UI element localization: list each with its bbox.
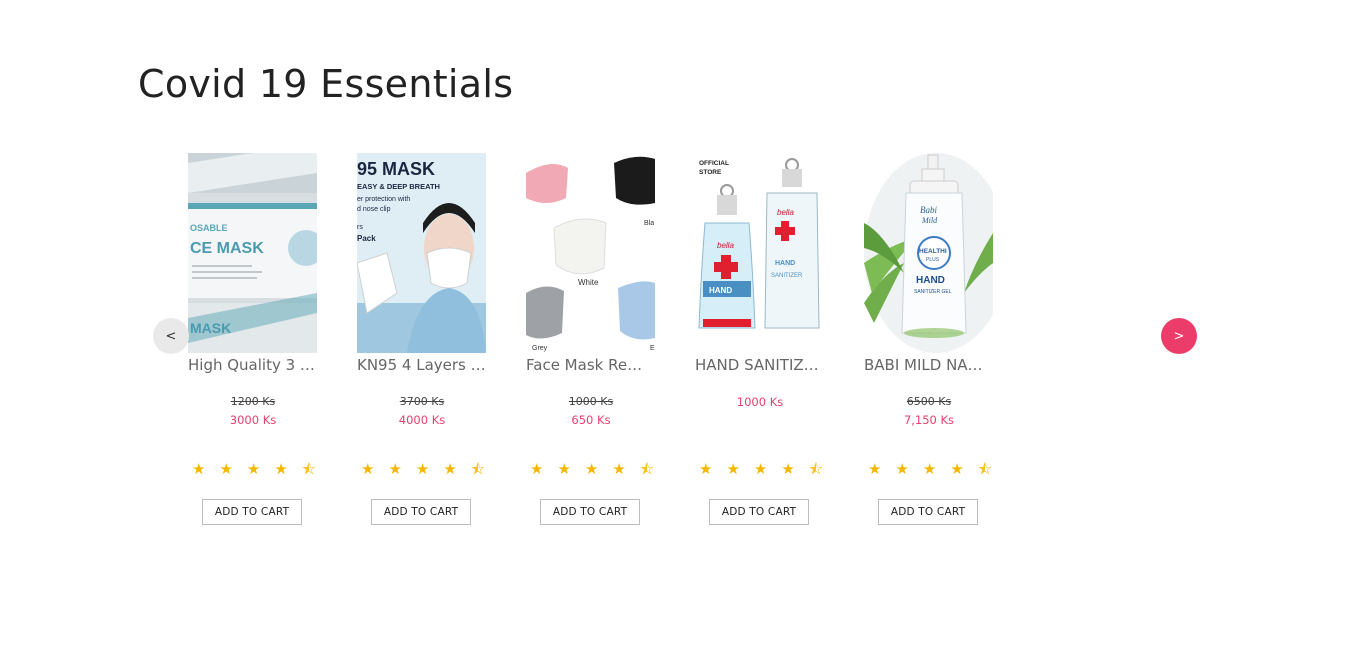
- star-icon: ★: [868, 460, 882, 478]
- svg-text:Babi: Babi: [920, 205, 937, 215]
- product-name[interactable]: KN95 4 Layers …: [357, 356, 487, 374]
- svg-text:SANITIZER: SANITIZER: [771, 273, 803, 279]
- product-name[interactable]: HAND SANITIZ…: [695, 356, 825, 374]
- svg-text:rs: rs: [357, 224, 363, 231]
- svg-text:Mild: Mild: [921, 216, 938, 225]
- svg-text:MASK: MASK: [190, 320, 231, 336]
- star-icon: ★: [584, 460, 599, 478]
- star-icon: ★: [443, 460, 457, 478]
- star-icon: ★: [753, 460, 768, 478]
- rating-stars: ★ ★ ★ ★ ⯪: [699, 461, 823, 477]
- product-image[interactable]: 95 MASK EASY & DEEP BREATH er protection…: [357, 153, 486, 353]
- carousel-prev-button[interactable]: <: [153, 318, 189, 354]
- rating-stars: ★ ★ ★ ★ ⯪: [868, 461, 992, 477]
- star-icon: ★: [361, 460, 375, 478]
- kn95-mask-image: 95 MASK EASY & DEEP BREATH er protection…: [357, 153, 486, 353]
- svg-text:Bla: Bla: [644, 220, 654, 227]
- half-star-icon: ⯪: [470, 460, 485, 478]
- svg-text:HAND: HAND: [709, 286, 732, 295]
- svg-text:Pack: Pack: [357, 234, 376, 243]
- old-price: 1200 Ks: [230, 395, 276, 408]
- star-icon: ★: [781, 460, 795, 478]
- add-to-cart-button[interactable]: ADD TO CART: [540, 499, 640, 525]
- price-block: 6500 Ks 7,150 Ks: [864, 393, 994, 429]
- product-name[interactable]: Face Mask Re…: [526, 356, 656, 374]
- half-star-icon: ⯪: [808, 460, 823, 478]
- old-price: 3700 Ks: [399, 395, 445, 408]
- star-icon: ★: [699, 460, 713, 478]
- svg-text:EASY & DEEP BREATH: EASY & DEEP BREATH: [357, 182, 440, 191]
- star-icon: ★: [557, 460, 571, 478]
- star-icon: ★: [922, 460, 937, 478]
- rating-stars: ★ ★ ★ ★ ⯪: [192, 461, 316, 477]
- cloth-masks-image: White Grey Bla E: [526, 153, 655, 353]
- svg-text:HAND: HAND: [916, 275, 945, 286]
- product-image[interactable]: White Grey Bla E: [526, 153, 655, 353]
- product-image[interactable]: Babi Mild HEALTHI PLUS HAND SANITIZER GE…: [864, 153, 993, 353]
- add-to-cart-button[interactable]: ADD TO CART: [202, 499, 302, 525]
- price: 7,150 Ks: [903, 413, 955, 427]
- product-image[interactable]: OSABLE CE MASK MASK: [188, 153, 317, 353]
- product-card[interactable]: OSABLE CE MASK MASK High Quality 3 … 120…: [188, 153, 318, 525]
- svg-text:95 MASK: 95 MASK: [357, 159, 435, 179]
- product-card[interactable]: OFFICIAL STORE bella HAND bella HAND SAN…: [695, 153, 825, 525]
- star-icon: ★: [415, 460, 430, 478]
- svg-text:OSABLE: OSABLE: [190, 223, 228, 233]
- price-block: 1000 Ks 650 Ks: [526, 393, 656, 429]
- star-icon: ★: [192, 460, 206, 478]
- star-icon: ★: [274, 460, 288, 478]
- babi-mild-sanitizer-image: Babi Mild HEALTHI PLUS HAND SANITIZER GE…: [864, 153, 993, 353]
- price-block: 1000 Ks: [695, 393, 825, 411]
- product-card[interactable]: White Grey Bla E Face Mask Re… 1000 Ks 6…: [526, 153, 656, 525]
- add-to-cart-button[interactable]: ADD TO CART: [878, 499, 978, 525]
- price: 1000 Ks: [736, 395, 784, 409]
- product-name[interactable]: BABI MILD NA…: [864, 356, 994, 374]
- star-icon: ★: [726, 460, 740, 478]
- svg-text:OFFICIAL: OFFICIAL: [699, 160, 729, 167]
- carousel-next-button[interactable]: >: [1161, 318, 1197, 354]
- svg-text:STORE: STORE: [699, 169, 722, 176]
- product-name[interactable]: High Quality 3 …: [188, 356, 318, 374]
- svg-text:bella: bella: [717, 241, 734, 250]
- star-icon: ★: [246, 460, 261, 478]
- svg-text:SANITIZER GEL: SANITIZER GEL: [914, 289, 952, 295]
- rating-stars: ★ ★ ★ ★ ⯪: [530, 461, 654, 477]
- svg-text:d nose clip: d nose clip: [357, 206, 391, 213]
- old-price: 1000 Ks: [568, 395, 614, 408]
- svg-text:E: E: [650, 345, 655, 352]
- half-star-icon: ⯪: [301, 460, 316, 478]
- product-card[interactable]: 95 MASK EASY & DEEP BREATH er protection…: [357, 153, 487, 525]
- svg-text:bella: bella: [777, 208, 794, 217]
- price-block: 3700 Ks 4000 Ks: [357, 393, 487, 429]
- price: 3000 Ks: [229, 413, 277, 427]
- svg-text:Grey: Grey: [532, 345, 548, 352]
- price: 650 Ks: [571, 413, 611, 427]
- rating-stars: ★ ★ ★ ★ ⯪: [361, 461, 485, 477]
- hand-sanitizer-image: OFFICIAL STORE bella HAND bella HAND SAN…: [695, 153, 824, 353]
- svg-text:CE MASK: CE MASK: [190, 240, 264, 257]
- section-title: Covid 19 Essentials: [138, 62, 514, 106]
- old-price: 6500 Ks: [906, 395, 952, 408]
- price-block: 1200 Ks 3000 Ks: [188, 393, 318, 429]
- svg-text:HAND: HAND: [775, 260, 795, 267]
- price: 4000 Ks: [398, 413, 446, 427]
- mask-box-image: OSABLE CE MASK MASK: [188, 153, 317, 353]
- half-star-icon: ⯪: [977, 460, 992, 478]
- svg-text:White: White: [578, 278, 599, 287]
- star-icon: ★: [219, 460, 233, 478]
- product-image[interactable]: OFFICIAL STORE bella HAND bella HAND SAN…: [695, 153, 824, 353]
- star-icon: ★: [612, 460, 626, 478]
- add-to-cart-button[interactable]: ADD TO CART: [709, 499, 809, 525]
- star-icon: ★: [530, 460, 544, 478]
- half-star-icon: ⯪: [639, 460, 654, 478]
- star-icon: ★: [950, 460, 964, 478]
- star-icon: ★: [895, 460, 909, 478]
- add-to-cart-button[interactable]: ADD TO CART: [371, 499, 471, 525]
- svg-text:PLUS: PLUS: [926, 257, 940, 263]
- svg-text:er protection with: er protection with: [357, 196, 410, 203]
- star-icon: ★: [388, 460, 402, 478]
- product-carousel: OSABLE CE MASK MASK High Quality 3 … 120…: [0, 153, 1349, 533]
- svg-text:HEALTHI: HEALTHI: [919, 248, 947, 255]
- product-card[interactable]: Babi Mild HEALTHI PLUS HAND SANITIZER GE…: [864, 153, 994, 525]
